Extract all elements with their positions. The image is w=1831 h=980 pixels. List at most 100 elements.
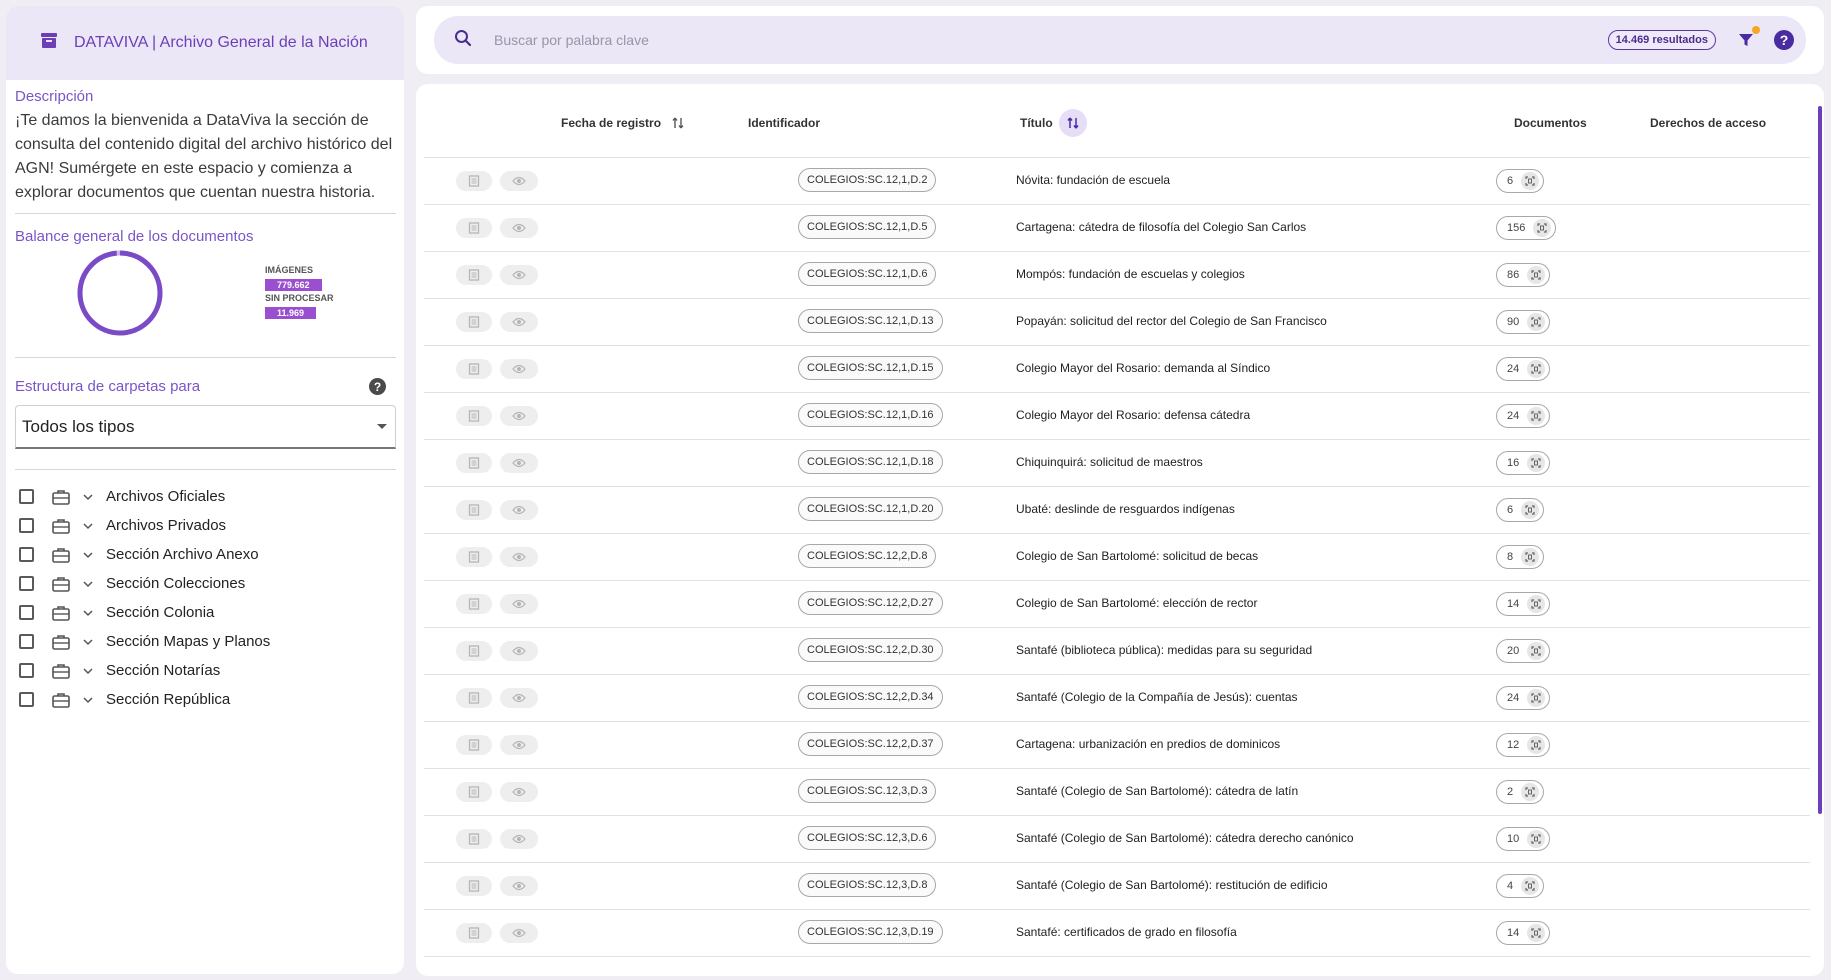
identifier-chip[interactable]: COLEGIOS:SC.12,1,D.15 xyxy=(798,356,943,380)
details-button[interactable] xyxy=(456,782,492,802)
table-row[interactable]: COLEGIOS:SC.12,3,D.19 Santafé: certificad… xyxy=(424,910,1810,957)
details-button[interactable] xyxy=(456,312,492,332)
folder-type-select[interactable]: Todos los tipos xyxy=(15,405,396,449)
documents-chip[interactable]: 24 xyxy=(1496,404,1551,428)
view-button[interactable] xyxy=(500,218,538,238)
table-row[interactable]: COLEGIOS:SC.12,1,D.13 Popayán: solicitud … xyxy=(424,299,1810,346)
table-row[interactable]: COLEGIOS:SC.12,1,D.6 Mompós: fundación de… xyxy=(424,252,1810,299)
checkbox[interactable] xyxy=(19,663,34,678)
table-row[interactable]: COLEGIOS:SC.12,1,D.18 Chiquinquirá: solic… xyxy=(424,440,1810,487)
table-row[interactable]: COLEGIOS:SC.12,1,D.16 Colegio Mayor del R… xyxy=(424,393,1810,440)
details-button[interactable] xyxy=(456,641,492,661)
documents-chip[interactable]: 6 xyxy=(1496,498,1545,522)
documents-chip[interactable]: 12 xyxy=(1496,733,1551,757)
table-row[interactable]: COLEGIOS:SC.12,2,D.27 Colegio de San Bart… xyxy=(424,581,1810,628)
identifier-chip[interactable]: COLEGIOS:SC.12,2,D.34 xyxy=(798,685,943,709)
table-row[interactable]: COLEGIOS:SC.12,1,D.15 Colegio Mayor del R… xyxy=(424,346,1810,393)
help-icon[interactable]: ? xyxy=(1774,30,1794,50)
view-button[interactable] xyxy=(500,641,538,661)
identifier-chip[interactable]: COLEGIOS:SC.12,1,D.13 xyxy=(798,309,943,333)
view-button[interactable] xyxy=(500,923,538,943)
checkbox[interactable] xyxy=(19,576,34,591)
documents-chip[interactable]: 24 xyxy=(1496,686,1551,710)
identifier-chip[interactable]: COLEGIOS:SC.12,3,D.6 xyxy=(798,826,937,850)
tree-item[interactable]: Sección República xyxy=(15,685,396,714)
view-button[interactable] xyxy=(500,265,538,285)
checkbox[interactable] xyxy=(19,489,34,504)
tree-item[interactable]: Archivos Oficiales xyxy=(15,482,396,511)
chevron-down-icon[interactable] xyxy=(82,636,94,648)
identifier-chip[interactable]: COLEGIOS:SC.12,1,D.5 xyxy=(798,215,937,239)
table-row[interactable]: COLEGIOS:SC.12,1,D.20 Ubaté: deslinde de … xyxy=(424,487,1810,534)
view-button[interactable] xyxy=(500,171,538,191)
details-button[interactable] xyxy=(456,500,492,520)
documents-chip[interactable]: 156 xyxy=(1496,216,1557,240)
documents-chip[interactable]: 14 xyxy=(1496,592,1551,616)
identifier-chip[interactable]: COLEGIOS:SC.12,3,D.19 xyxy=(798,920,943,944)
view-button[interactable] xyxy=(500,688,538,708)
checkbox[interactable] xyxy=(19,605,34,620)
view-button[interactable] xyxy=(500,876,538,896)
view-button[interactable] xyxy=(500,782,538,802)
chevron-down-icon[interactable] xyxy=(82,694,94,706)
tree-item[interactable]: Sección Archivo Anexo xyxy=(15,540,396,569)
documents-chip[interactable]: 90 xyxy=(1496,310,1551,334)
identifier-chip[interactable]: COLEGIOS:SC.12,2,D.27 xyxy=(798,591,943,615)
checkbox[interactable] xyxy=(19,692,34,707)
view-button[interactable] xyxy=(500,829,538,849)
help-icon[interactable]: ? xyxy=(369,378,386,395)
documents-chip[interactable]: 24 xyxy=(1496,357,1551,381)
details-button[interactable] xyxy=(456,265,492,285)
sort-active-icon[interactable] xyxy=(1058,109,1087,137)
details-button[interactable] xyxy=(456,453,492,473)
details-button[interactable] xyxy=(456,406,492,426)
view-button[interactable] xyxy=(500,312,538,332)
checkbox[interactable] xyxy=(19,518,34,533)
chevron-down-icon[interactable] xyxy=(82,491,94,503)
tree-item[interactable]: Archivos Privados xyxy=(15,511,396,540)
table-row[interactable]: COLEGIOS:SC.12,3,D.6 Santafé (Colegio de … xyxy=(424,816,1810,863)
checkbox[interactable] xyxy=(19,634,34,649)
view-button[interactable] xyxy=(500,406,538,426)
identifier-chip[interactable]: COLEGIOS:SC.12,2,D.30 xyxy=(798,638,943,662)
chevron-down-icon[interactable] xyxy=(82,665,94,677)
details-button[interactable] xyxy=(456,218,492,238)
chevron-down-icon[interactable] xyxy=(82,520,94,532)
identifier-chip[interactable]: COLEGIOS:SC.12,1,D.2 xyxy=(798,168,937,192)
search-icon[interactable] xyxy=(454,29,472,52)
tree-item[interactable]: Sección Mapas y Planos xyxy=(15,627,396,656)
identifier-chip[interactable]: COLEGIOS:SC.12,1,D.18 xyxy=(798,450,943,474)
identifier-chip[interactable]: COLEGIOS:SC.12,2,D.8 xyxy=(798,544,937,568)
identifier-chip[interactable]: COLEGIOS:SC.12,2,D.37 xyxy=(798,732,943,756)
view-button[interactable] xyxy=(500,500,538,520)
details-button[interactable] xyxy=(456,829,492,849)
column-header-fecha[interactable]: Fecha de registro xyxy=(561,116,685,130)
documents-chip[interactable]: 16 xyxy=(1496,451,1551,475)
checkbox[interactable] xyxy=(19,547,34,562)
view-button[interactable] xyxy=(500,594,538,614)
documents-chip[interactable]: 4 xyxy=(1496,874,1545,898)
identifier-chip[interactable]: COLEGIOS:SC.12,3,D.3 xyxy=(798,779,937,803)
documents-chip[interactable]: 14 xyxy=(1496,921,1551,945)
table-row[interactable]: COLEGIOS:SC.12,1,D.2 Nóvita: fundación de… xyxy=(424,158,1810,205)
tree-item[interactable]: Sección Notarías xyxy=(15,656,396,685)
details-button[interactable] xyxy=(456,547,492,567)
documents-chip[interactable]: 6 xyxy=(1496,169,1545,193)
identifier-chip[interactable]: COLEGIOS:SC.12,3,D.8 xyxy=(798,873,937,897)
search-input[interactable] xyxy=(494,32,1608,48)
details-button[interactable] xyxy=(456,876,492,896)
app-title[interactable]: DATAVIVA | Archivo General de la Nación xyxy=(74,34,368,52)
documents-chip[interactable]: 86 xyxy=(1496,263,1551,287)
view-button[interactable] xyxy=(500,547,538,567)
view-button[interactable] xyxy=(500,359,538,379)
table-row[interactable]: COLEGIOS:SC.12,1,D.5 Cartagena: cátedra d… xyxy=(424,205,1810,252)
details-button[interactable] xyxy=(456,735,492,755)
documents-chip[interactable]: 8 xyxy=(1496,545,1545,569)
column-header-titulo[interactable]: Título xyxy=(1020,109,1087,137)
tree-item[interactable]: Sección Colonia xyxy=(15,598,396,627)
details-button[interactable] xyxy=(456,923,492,943)
details-button[interactable] xyxy=(456,688,492,708)
scrollbar[interactable] xyxy=(1818,106,1822,814)
table-row[interactable]: COLEGIOS:SC.12,3,D.3 Santafé (Colegio de … xyxy=(424,769,1810,816)
table-row[interactable]: COLEGIOS:SC.12,2,D.34 Santafé (Colegio de… xyxy=(424,675,1810,722)
